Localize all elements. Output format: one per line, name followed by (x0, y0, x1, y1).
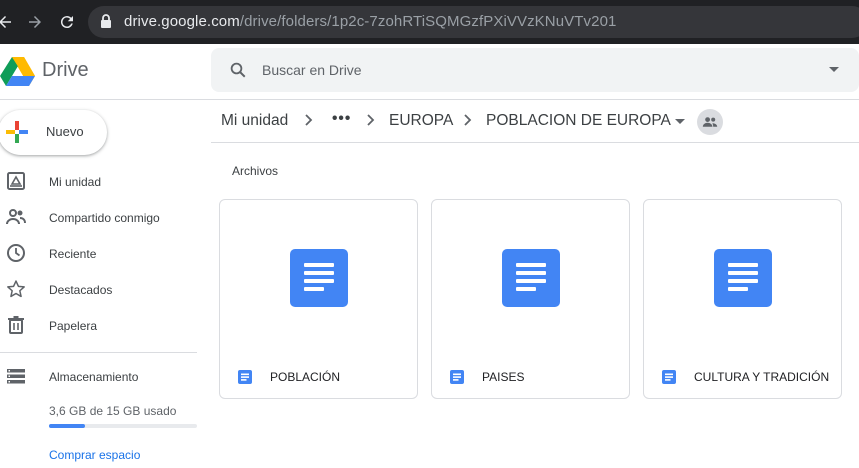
sidebar-item-starred[interactable]: Destacados (0, 274, 200, 306)
docs-icon (661, 369, 677, 390)
lock-icon (100, 13, 112, 34)
clock-icon (6, 243, 26, 268)
section-title-files: Archivos (232, 164, 279, 178)
sidebar-item-shared[interactable]: Compartido conmigo (0, 202, 200, 234)
breadcrumb-root[interactable]: Mi unidad (221, 112, 288, 130)
docs-icon (449, 369, 465, 390)
file-card[interactable]: PAISES (431, 199, 630, 399)
my-drive-icon (6, 171, 26, 196)
shared-folder-icon[interactable] (697, 109, 723, 135)
storage-usage-text: 3,6 GB de 15 GB usado (49, 404, 177, 418)
search-input[interactable] (262, 62, 782, 78)
breadcrumb-parent[interactable]: EUROPA (389, 112, 453, 130)
sidebar-item-label: Mi unidad (49, 175, 102, 189)
sidebar-divider (0, 352, 197, 353)
storage-progress-fill (49, 424, 85, 428)
content-divider (211, 142, 859, 143)
plus-icon (6, 121, 28, 148)
docs-thumbnail-icon (714, 249, 772, 307)
storage-icon (6, 366, 26, 391)
sidebar-item-label: Reciente (49, 247, 97, 261)
back-arrow-icon[interactable] (0, 11, 16, 33)
search-icon[interactable] (229, 61, 247, 84)
breadcrumb-more[interactable]: ••• (332, 110, 351, 128)
storage-progress-bar (49, 424, 197, 428)
file-name: CULTURA Y TRADICIÓN (694, 370, 830, 384)
docs-thumbnail-icon (502, 249, 560, 307)
file-card[interactable]: POBLACIÓN (219, 199, 418, 399)
trash-icon (6, 315, 26, 340)
buy-storage-link[interactable]: Comprar espacio (49, 448, 140, 462)
url-host: drive.google.com (124, 13, 240, 30)
sidebar-item-label: Compartido conmigo (49, 211, 160, 225)
file-name: POBLACIÓN (270, 370, 341, 384)
sidebar-item-my-drive[interactable]: Mi unidad (0, 166, 200, 198)
star-icon (6, 279, 26, 304)
forward-arrow-icon[interactable] (24, 11, 46, 33)
drive-logo-icon[interactable] (0, 56, 36, 91)
sidebar-item-trash[interactable]: Papelera (0, 310, 200, 342)
chevron-right-icon (366, 113, 376, 131)
app-title[interactable]: Drive (42, 59, 89, 82)
sidebar-item-label: Papelera (49, 319, 98, 333)
file-name: PAISES (482, 370, 525, 384)
reload-icon[interactable] (56, 11, 78, 33)
url-text[interactable]: drive.google.com/drive/folders/1p2c-7zoh… (124, 13, 616, 30)
sidebar-item-storage[interactable]: Almacenamiento (0, 361, 200, 393)
chevron-right-icon (304, 113, 314, 131)
breadcrumb-current[interactable]: POBLACION DE EUROPA (486, 112, 671, 130)
sidebar-item-label: Destacados (49, 283, 113, 297)
folder-menu-dropdown-icon[interactable] (675, 119, 685, 124)
storage-label: Almacenamiento (49, 370, 139, 384)
search-options-dropdown-icon[interactable] (829, 67, 839, 72)
new-button-label: Nuevo (46, 124, 84, 139)
chevron-right-icon (463, 113, 473, 131)
docs-icon (237, 369, 253, 390)
file-card[interactable]: CULTURA Y TRADICIÓN (643, 199, 842, 399)
shared-icon (6, 207, 26, 232)
url-path: /drive/folders/1p2c-7zohRTiSQMGzfPXiVVzK… (239, 13, 617, 30)
sidebar-item-recent[interactable]: Reciente (0, 238, 200, 270)
docs-thumbnail-icon (290, 249, 348, 307)
